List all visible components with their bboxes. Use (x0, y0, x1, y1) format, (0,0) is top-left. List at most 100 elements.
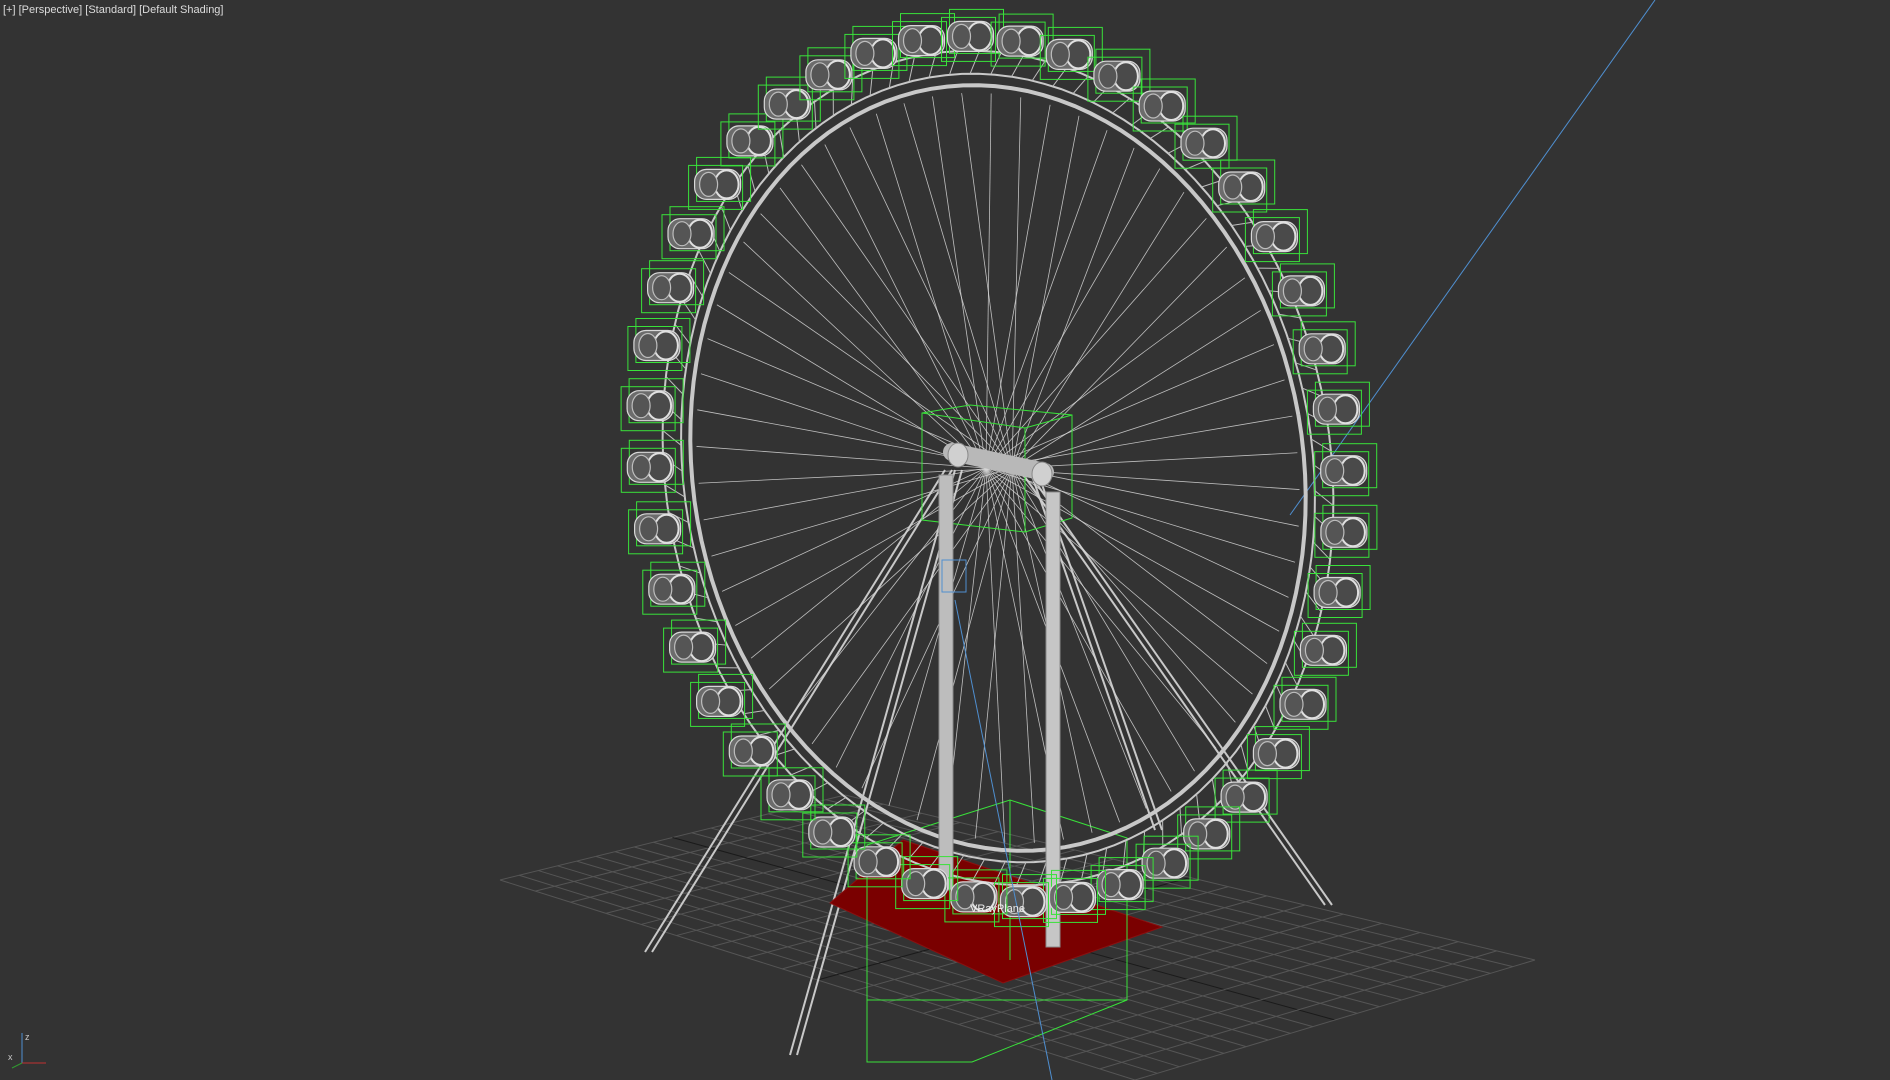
vray-plane-label: VRayPlane (970, 903, 1025, 915)
truss-strut (990, 52, 1002, 75)
spoke (735, 467, 1013, 626)
truss-strut (908, 56, 915, 82)
spoke (985, 130, 1108, 469)
cabin-window (631, 454, 651, 480)
truss-strut (1314, 490, 1334, 507)
cabin (1292, 321, 1356, 375)
cabin-window (731, 128, 751, 154)
cabin (941, 8, 1004, 62)
truss-strut (827, 797, 847, 810)
spoke (811, 467, 1013, 745)
cabin-window (1317, 396, 1338, 422)
cabin (1039, 26, 1103, 80)
cabin (844, 25, 908, 79)
truss-strut (1179, 807, 1183, 835)
cabin-window (653, 576, 673, 602)
cabin-window (1284, 691, 1304, 717)
cabin (1214, 769, 1278, 823)
truss-strut (1284, 662, 1298, 686)
cabin (1271, 263, 1335, 317)
cabin-window (951, 23, 972, 49)
cabin-window (1001, 28, 1021, 54)
cabin-window (1303, 336, 1323, 362)
truss-strut (743, 710, 765, 715)
cabin (1273, 676, 1337, 730)
spoke (985, 344, 1275, 469)
scene-canvas[interactable]: VRayPlane (0, 0, 1890, 1080)
spoke (1011, 467, 1035, 843)
perspective-viewport[interactable]: [+] [Perspective] [Standard] [Default Sh… (0, 0, 1890, 1080)
cabin-window (906, 870, 926, 897)
truss-strut (1031, 60, 1046, 81)
spoke (1011, 191, 1185, 469)
cabin (1244, 209, 1308, 263)
cabin (990, 13, 1054, 67)
cabin-window (813, 819, 833, 845)
cabin (1307, 565, 1371, 618)
cabin (1306, 381, 1370, 435)
cabin-window (1304, 637, 1325, 663)
cabin (1314, 443, 1378, 497)
spoke (1011, 310, 1261, 469)
truss-strut (813, 101, 817, 129)
cabin-window (638, 516, 659, 542)
cabin (620, 439, 684, 493)
cabin (1090, 857, 1154, 911)
spoke (888, 467, 987, 806)
spoke (985, 218, 1207, 469)
cabin (1293, 622, 1357, 676)
cabin-window (673, 634, 694, 660)
cabin-window (1325, 519, 1345, 545)
cabin (627, 318, 691, 371)
cabin (620, 378, 684, 432)
spoke (696, 446, 987, 469)
gizmo-x-label: x (8, 1052, 13, 1062)
spoke (728, 272, 1013, 469)
camera-target-line (1289, 0, 1656, 516)
truss-strut (1240, 744, 1249, 771)
cabin-window (771, 782, 791, 808)
spoke (985, 467, 1006, 843)
support-leg (1026, 469, 1333, 906)
spoke (932, 96, 987, 469)
spoke (711, 467, 1013, 557)
hub-cap (947, 442, 969, 468)
cabin-window (672, 221, 692, 247)
cabin-window (698, 171, 719, 197)
spoke (698, 467, 1013, 484)
truss-strut (949, 50, 959, 75)
cabin-window (858, 849, 878, 875)
cabin-window (651, 275, 672, 301)
spoke (1011, 97, 1022, 469)
cabin-window (1098, 63, 1118, 89)
column-left (938, 474, 954, 891)
cabin (720, 113, 784, 167)
cabin (722, 723, 786, 777)
cabin (1246, 726, 1310, 780)
cabin-window (1257, 740, 1278, 767)
cabin (1087, 48, 1151, 102)
cabin-window (631, 393, 651, 419)
support-leg (789, 469, 956, 1056)
cabin-window (1185, 130, 1205, 156)
hub-cap (1031, 461, 1053, 487)
spoke (985, 467, 1172, 792)
cabin-window (1255, 224, 1276, 250)
truss-strut (758, 729, 780, 736)
cabin-window (902, 28, 923, 54)
cabin-window (733, 738, 753, 764)
cabin-window (700, 688, 721, 715)
spoke (1011, 452, 1298, 469)
cabin-window (1325, 458, 1345, 484)
truss-strut (1037, 861, 1047, 886)
cabin (661, 206, 725, 260)
truss-strut (1211, 778, 1218, 806)
hub-box-edge (921, 412, 1026, 429)
axis-gizmo: z x (8, 1032, 46, 1069)
cabin-window (1282, 278, 1303, 304)
truss-strut (1149, 126, 1169, 139)
cabin-window (1053, 884, 1074, 911)
spoke (1011, 147, 1135, 469)
truss-strut (869, 69, 874, 96)
cabin (1043, 869, 1106, 923)
